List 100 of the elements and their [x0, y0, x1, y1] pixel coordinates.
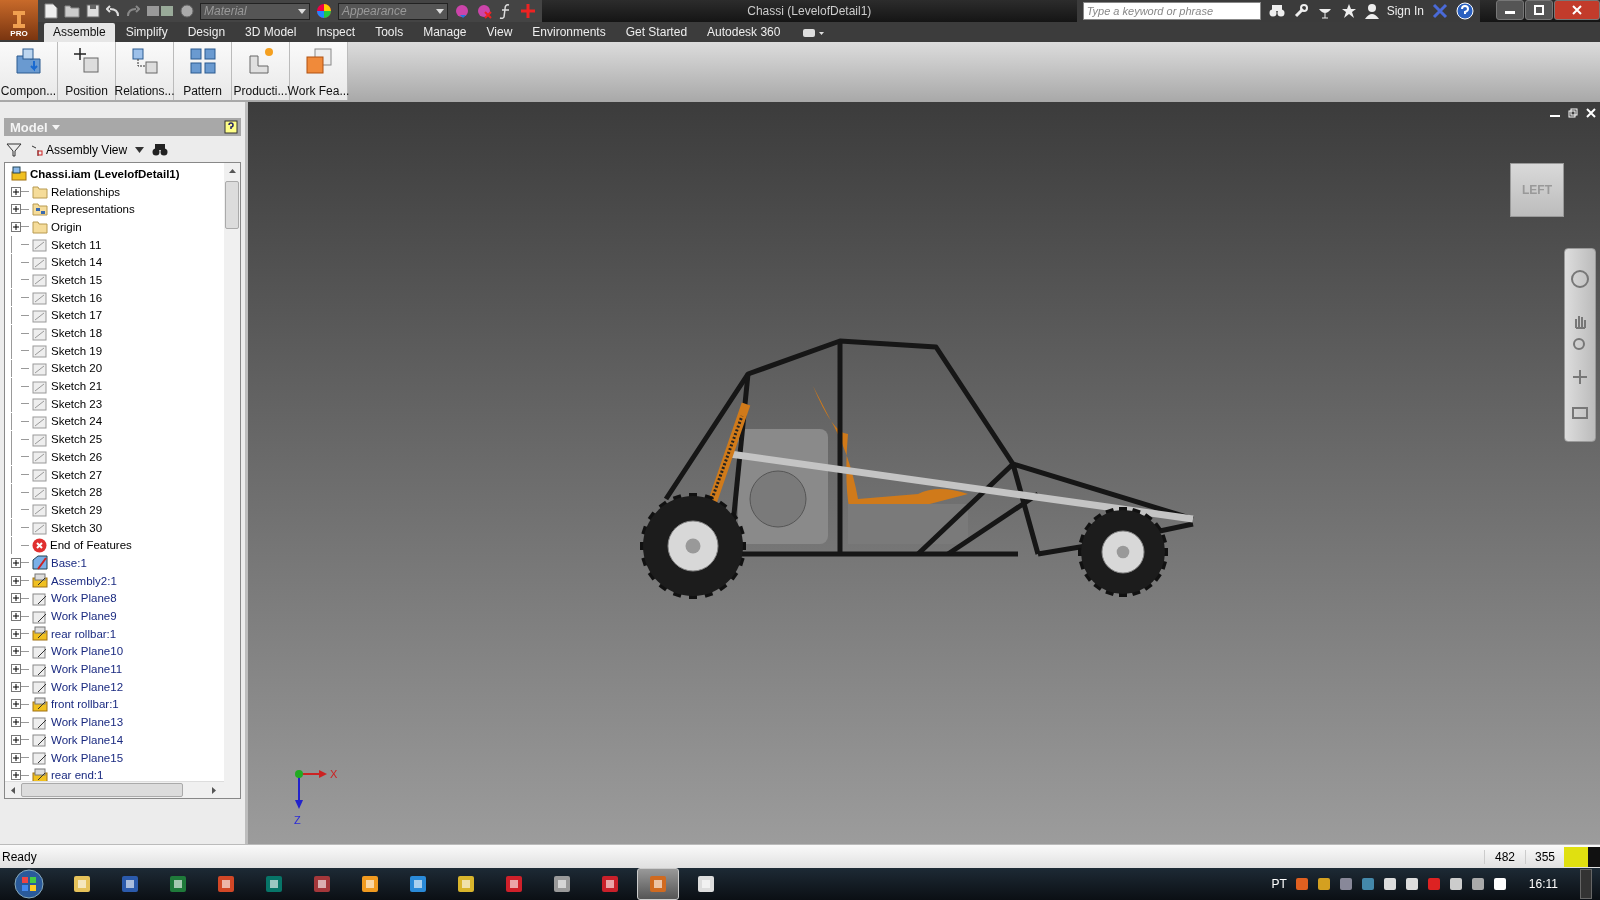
search-field[interactable]: Type a keyword or phrase: [1082, 2, 1261, 20]
tree-item[interactable]: Sketch 28: [51, 486, 103, 499]
tree-item[interactable]: Sketch 25: [51, 433, 103, 446]
tray-icon[interactable]: [1492, 877, 1507, 891]
save-icon[interactable]: [86, 4, 100, 18]
tree-item[interactable]: End of Features: [50, 539, 132, 552]
start-button[interactable]: [12, 869, 46, 899]
ribbon-button[interactable]: Relations...: [116, 42, 174, 100]
tree-item[interactable]: Sketch 23: [51, 397, 103, 410]
tree-root[interactable]: Chassi.iam (LevelofDetail1): [30, 167, 180, 180]
tree-item[interactable]: Origin: [51, 220, 82, 233]
ribbon-tab[interactable]: Get Started: [616, 23, 697, 42]
ribbon-button[interactable]: Producti...: [232, 42, 290, 100]
expand-icon[interactable]: [11, 699, 21, 710]
globe-icon[interactable]: [180, 4, 194, 18]
ribbon-button[interactable]: Pattern: [174, 42, 232, 100]
expand-icon[interactable]: [11, 734, 21, 745]
restore-icon[interactable]: [1568, 108, 1578, 118]
new-file-icon[interactable]: [44, 3, 58, 19]
tree-item[interactable]: Sketch 16: [51, 291, 103, 304]
tree-item[interactable]: Sketch 19: [51, 344, 103, 357]
application-button[interactable]: PRO: [0, 0, 38, 40]
dropdown-caret-icon[interactable]: [135, 147, 145, 153]
tree-item[interactable]: Representations: [51, 203, 135, 216]
minimize-button[interactable]: [1496, 0, 1524, 20]
zoom-icon[interactable]: [1572, 337, 1588, 353]
tree-item[interactable]: Sketch 17: [51, 309, 103, 322]
scroll-right-icon[interactable]: [212, 786, 216, 794]
expand-icon[interactable]: [11, 593, 21, 604]
expand-icon[interactable]: [11, 646, 21, 657]
scroll-up-icon[interactable]: [228, 169, 236, 173]
tree-item[interactable]: Assembly2:1: [51, 574, 117, 587]
expand-icon[interactable]: [11, 186, 21, 197]
tree-item[interactable]: Work Plane14: [51, 733, 124, 746]
tree-item[interactable]: Base:1: [51, 556, 87, 569]
tree-item[interactable]: Work Plane10: [51, 645, 124, 658]
ribbon-tab[interactable]: Tools: [366, 23, 413, 42]
expand-icon[interactable]: [11, 628, 21, 639]
expand-icon[interactable]: [11, 752, 21, 763]
tree-item[interactable]: Sketch 29: [51, 503, 103, 516]
pan-hand-icon[interactable]: [1572, 313, 1588, 329]
open-folder-icon[interactable]: [64, 4, 80, 18]
tree-item[interactable]: front rollbar:1: [51, 698, 119, 711]
ribbon-tab[interactable]: Environments: [523, 23, 615, 42]
expand-icon[interactable]: [11, 557, 21, 568]
ribbon-tab[interactable]: Assemble: [44, 23, 115, 42]
ribbon-tab[interactable]: View: [477, 23, 522, 42]
binoculars-icon[interactable]: [1268, 4, 1285, 18]
star-icon[interactable]: [1340, 3, 1357, 19]
tree-item[interactable]: Sketch 27: [51, 468, 103, 481]
language-indicator[interactable]: PT: [1271, 877, 1287, 891]
tree-item[interactable]: Sketch 18: [51, 327, 103, 340]
tree-item[interactable]: Sketch 11: [51, 238, 102, 251]
orbit-icon[interactable]: [1572, 369, 1588, 385]
tree-item[interactable]: Sketch 30: [51, 521, 103, 534]
help-icon[interactable]: [224, 120, 238, 134]
tree-item[interactable]: rear end:1: [51, 769, 104, 781]
scrollbar-thumb[interactable]: [21, 783, 183, 797]
ribbon-button[interactable]: Position: [58, 42, 116, 100]
tree-item[interactable]: Work Plane9: [51, 610, 117, 623]
dropdown-caret-icon[interactable]: [436, 8, 444, 14]
ribbon-tab[interactable]: Simplify: [116, 23, 177, 42]
tray-icon[interactable]: [1404, 877, 1419, 891]
ribbon-tab[interactable]: Design: [178, 23, 235, 42]
tray-icon[interactable]: [1316, 877, 1331, 891]
redo-icon[interactable]: [126, 5, 140, 17]
tray-icon[interactable]: [1448, 877, 1463, 891]
expand-icon[interactable]: [11, 681, 21, 692]
color-wheel-icon[interactable]: [316, 3, 332, 19]
expand-icon[interactable]: [11, 204, 21, 215]
tray-icon[interactable]: [1470, 877, 1485, 891]
tree-item[interactable]: Sketch 14: [51, 256, 103, 269]
close-button[interactable]: [1554, 0, 1600, 20]
tree-item[interactable]: Sketch 15: [51, 273, 103, 286]
undo-icon[interactable]: [106, 5, 120, 17]
tree-item[interactable]: Sketch 21: [51, 380, 103, 393]
tree-item[interactable]: Sketch 20: [51, 362, 103, 375]
ribbon-tab[interactable]: Autodesk 360: [698, 23, 790, 42]
tree-item[interactable]: Relationships: [51, 185, 121, 198]
expand-icon[interactable]: [11, 664, 21, 675]
maximize-button[interactable]: [1525, 0, 1553, 20]
scrollbar-thumb[interactable]: [225, 181, 239, 229]
steering-wheel-icon[interactable]: [1570, 269, 1590, 289]
expand-icon[interactable]: [11, 575, 21, 586]
wrench-icon[interactable]: [1292, 3, 1309, 19]
filter-icon[interactable]: [6, 143, 22, 157]
tree-item[interactable]: Work Plane12: [51, 680, 124, 693]
ribbon-button[interactable]: Compon...: [0, 42, 58, 100]
ribbon-tab[interactable]: 3D Model: [236, 23, 306, 42]
expand-icon[interactable]: [11, 770, 21, 781]
close-icon[interactable]: [1586, 108, 1596, 118]
panel-toggle-icon[interactable]: [803, 28, 826, 38]
ribbon-tab[interactable]: Inspect: [307, 23, 365, 42]
look-at-icon[interactable]: [1572, 407, 1588, 419]
dropdown-caret-icon[interactable]: [298, 8, 306, 14]
tree-item[interactable]: Work Plane11: [51, 663, 123, 676]
ribbon-tab[interactable]: Manage: [414, 23, 476, 42]
update-icon[interactable]: [146, 4, 174, 18]
tray-icon[interactable]: [1382, 877, 1397, 891]
clock[interactable]: 16:11: [1528, 877, 1558, 891]
